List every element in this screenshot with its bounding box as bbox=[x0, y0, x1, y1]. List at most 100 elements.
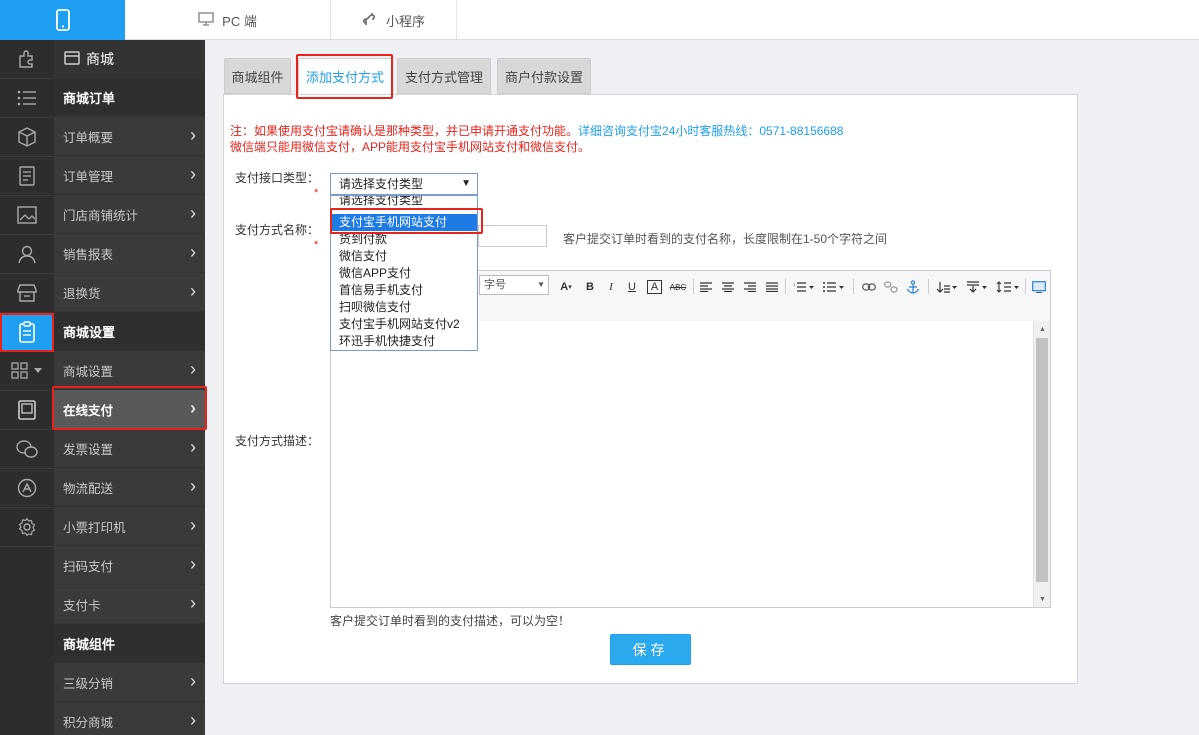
sidebar-item-label: 发票设置 bbox=[63, 442, 114, 457]
sidebar-item-label: 商城设置 bbox=[63, 364, 114, 379]
tab-pc-label: PC 端 bbox=[222, 13, 257, 29]
tab-mini-program[interactable]: 小程序 bbox=[331, 0, 457, 40]
sidebar-item[interactable]: 订单管理 › bbox=[54, 156, 205, 195]
chevron-right-icon: › bbox=[190, 359, 196, 379]
dropdown-option[interactable]: 请选择支付类型 bbox=[331, 196, 477, 208]
sidebar-item[interactable]: 扫码支付 › bbox=[54, 546, 205, 585]
font-color-icon[interactable]: A ▾ bbox=[555, 279, 577, 295]
dropdown-option[interactable]: 微信支付 bbox=[331, 248, 477, 265]
dropdown-option-selected[interactable]: 支付宝手机网站支付 bbox=[331, 214, 477, 231]
sidebar-item[interactable]: 积分商城 › bbox=[54, 702, 205, 735]
strikethrough-icon[interactable]: ABC bbox=[669, 279, 687, 295]
italic-icon[interactable]: I bbox=[604, 279, 618, 295]
description-editor[interactable]: ▲ ▼ bbox=[330, 321, 1051, 608]
line-height-icon[interactable] bbox=[995, 279, 1021, 295]
payment-name-input[interactable] bbox=[478, 225, 547, 247]
sidebar-header-label: 商城 bbox=[86, 51, 114, 67]
scrollbar-thumb[interactable] bbox=[1036, 338, 1048, 582]
sidebar-item[interactable]: 发票设置 › bbox=[54, 429, 205, 468]
tab-mall-components[interactable]: 商城组件 bbox=[224, 58, 291, 94]
dropdown-option[interactable]: 环迅手机快捷支付 bbox=[331, 333, 477, 350]
chevron-right-icon: › bbox=[190, 554, 196, 574]
sidebar-item[interactable]: 三级分销 › bbox=[54, 663, 205, 702]
scroll-up-icon[interactable]: ▲ bbox=[1034, 321, 1051, 337]
sidebar-item-label: 订单管理 bbox=[63, 169, 114, 184]
sidebar-item[interactable]: 物流配送 › bbox=[54, 468, 205, 507]
sidebar-header: 商城 bbox=[54, 40, 205, 78]
sidebar-item[interactable]: 订单概要 › bbox=[54, 117, 205, 156]
grid-icon[interactable] bbox=[0, 352, 54, 391]
payment-name-hint: 客户提交订单时看到的支付名称，长度限制在1-50个字符之间 bbox=[563, 232, 888, 246]
sidebar-item[interactable]: 销售报表 › bbox=[54, 234, 205, 273]
save-button[interactable]: 保存 bbox=[610, 634, 691, 665]
unordered-list-icon[interactable] bbox=[822, 279, 846, 295]
scroll-down-icon[interactable]: ▼ bbox=[1034, 591, 1051, 607]
mobile-icon[interactable] bbox=[0, 0, 125, 40]
tab-label: 添加支付方式 bbox=[305, 69, 384, 85]
payment-type-dropdown: 请选择支付类型 支付宝手机网站支付 货到付款 微信支付 微信APP支付 首信易手… bbox=[330, 195, 478, 351]
sidebar-item[interactable]: 在线支付 › bbox=[54, 390, 205, 429]
wechat-icon[interactable] bbox=[0, 430, 54, 469]
payment-type-label: 支付接口类型： bbox=[235, 171, 320, 185]
unlink-icon[interactable] bbox=[883, 279, 899, 295]
sidebar-item[interactable]: 商城设置 › bbox=[54, 351, 205, 390]
chevron-right-icon: › bbox=[190, 125, 196, 145]
chevron-right-icon: › bbox=[190, 437, 196, 457]
sidebar-item-label: 销售报表 bbox=[63, 247, 114, 262]
tab-label: 商户付款设置 bbox=[504, 69, 583, 85]
tab-payment-management[interactable]: 支付方式管理 bbox=[397, 58, 491, 94]
dropdown-option[interactable]: 首信易手机支付 bbox=[331, 282, 477, 299]
store-icon[interactable] bbox=[0, 274, 54, 313]
chevron-down-icon: ▼ bbox=[461, 178, 471, 189]
fullscreen-icon[interactable] bbox=[1031, 279, 1047, 295]
dropdown-option[interactable]: 扫呗微信支付 bbox=[331, 299, 477, 316]
payment-type-select[interactable]: 请选择支付类型 ▼ bbox=[330, 173, 478, 195]
sidebar-item-label: 退换货 bbox=[63, 286, 101, 301]
tab-pc[interactable]: PC 端 bbox=[125, 0, 331, 40]
align-justify-icon[interactable] bbox=[765, 279, 779, 295]
border-text-icon[interactable]: A bbox=[647, 280, 662, 294]
sidebar-item-label: 订单概要 bbox=[63, 130, 114, 145]
tab-add-payment[interactable]: 添加支付方式 bbox=[298, 58, 392, 94]
chevron-right-icon: › bbox=[190, 164, 196, 184]
box-icon[interactable] bbox=[0, 118, 54, 157]
font-size-placeholder: 字号 bbox=[484, 279, 506, 291]
bold-icon[interactable]: B bbox=[583, 279, 597, 295]
anchor-icon[interactable] bbox=[905, 279, 921, 295]
dropdown-option[interactable]: 货到付款 bbox=[331, 231, 477, 248]
underline-icon[interactable]: U bbox=[625, 279, 639, 295]
link-icon[interactable] bbox=[861, 279, 877, 295]
align-center-icon[interactable] bbox=[721, 279, 735, 295]
align-right-icon[interactable] bbox=[743, 279, 757, 295]
align-left-icon[interactable] bbox=[699, 279, 713, 295]
dropdown-option[interactable]: 支付宝手机网站支付v2 bbox=[331, 316, 477, 333]
alipay-note: 注：如果使用支付宝请确认是那种类型，并已申请开通支付功能。详细咨询支付宝24小时… bbox=[230, 122, 843, 139]
document-icon[interactable] bbox=[0, 157, 54, 196]
paragraph-spacing-top-icon[interactable] bbox=[935, 279, 959, 295]
chevron-right-icon: › bbox=[190, 671, 196, 691]
appstore-icon[interactable] bbox=[0, 469, 54, 508]
toolbar-divider bbox=[853, 279, 854, 294]
image-icon[interactable] bbox=[0, 196, 54, 235]
chevron-right-icon: › bbox=[190, 281, 196, 301]
payment-desc-label: 支付方式描述： bbox=[235, 434, 320, 448]
paragraph-spacing-bottom-icon[interactable] bbox=[965, 279, 989, 295]
payment-type-value: 请选择支付类型 bbox=[339, 177, 424, 191]
sidebar-item[interactable]: 门店商铺统计 › bbox=[54, 195, 205, 234]
puzzle-icon[interactable] bbox=[0, 40, 54, 79]
sidebar-item[interactable]: 退换货 › bbox=[54, 273, 205, 312]
sidebar-item-label: 商城订单 bbox=[63, 90, 116, 106]
list-icon[interactable] bbox=[0, 79, 54, 118]
tablet-icon[interactable] bbox=[0, 391, 54, 430]
sidebar-item[interactable]: 小票打印机 › bbox=[54, 507, 205, 546]
tab-merchant-payment-settings[interactable]: 商户付款设置 bbox=[497, 58, 591, 94]
sidebar-item[interactable]: 支付卡 › bbox=[54, 585, 205, 624]
dropdown-option[interactable]: 微信APP支付 bbox=[331, 265, 477, 282]
user-icon[interactable] bbox=[0, 235, 54, 274]
wechat-note: 微信端只能用微信支付，APP能用支付宝手机网站支付和微信支付。 bbox=[230, 140, 591, 154]
clipboard-icon[interactable] bbox=[0, 313, 54, 352]
gear-icon[interactable] bbox=[0, 508, 54, 547]
font-size-select[interactable]: 字号 ▼ bbox=[479, 275, 549, 295]
ordered-list-icon[interactable]: 1 bbox=[792, 279, 816, 295]
editor-scrollbar[interactable]: ▲ ▼ bbox=[1033, 321, 1050, 607]
